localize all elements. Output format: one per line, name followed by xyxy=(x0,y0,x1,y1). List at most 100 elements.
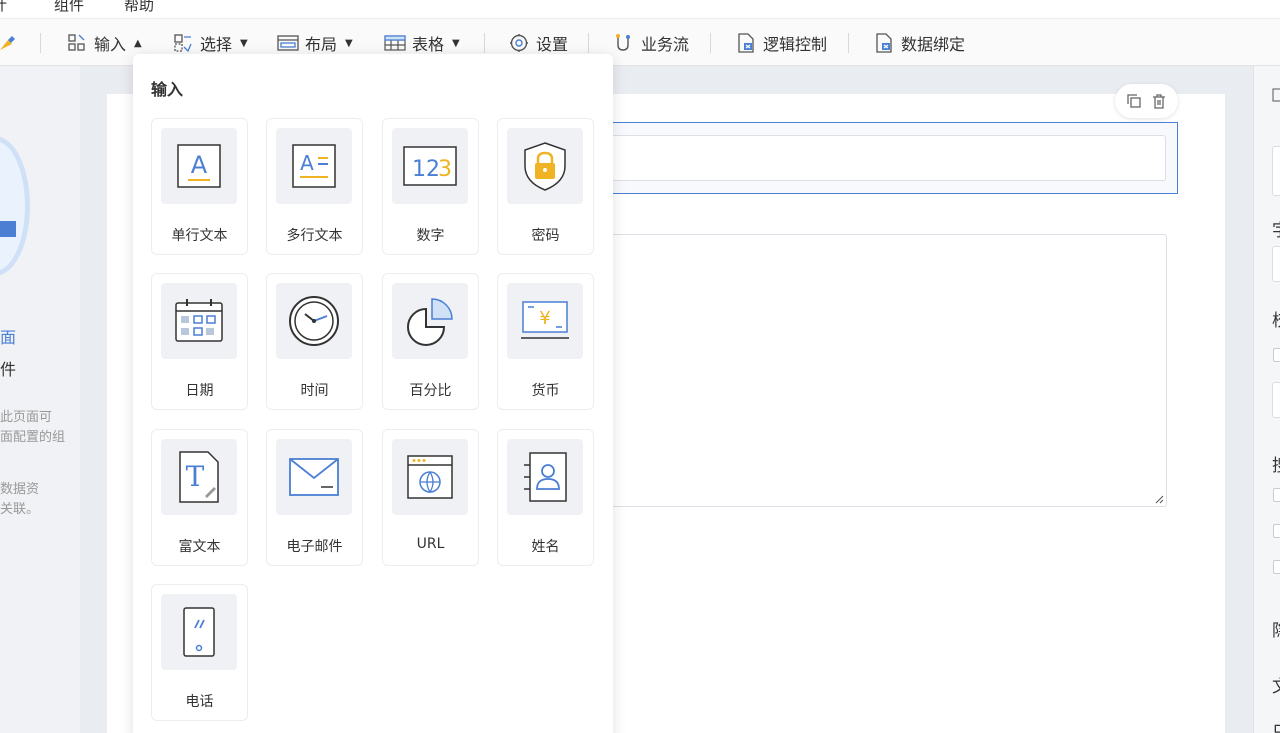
password-icon xyxy=(507,128,583,204)
tile-label: 货币 xyxy=(531,383,560,399)
component-tile-date[interactable]: 日期 xyxy=(151,273,248,410)
currency-icon: ¥ xyxy=(507,283,583,359)
property-checkbox[interactable] xyxy=(1273,524,1280,538)
svg-text:3: 3 xyxy=(438,157,452,182)
illustration xyxy=(0,136,30,276)
tile-label: 姓名 xyxy=(531,539,560,555)
gear-icon xyxy=(508,32,530,54)
toolbar-settings-label: 设置 xyxy=(536,35,569,54)
caret-down-icon: ▼ xyxy=(240,37,248,49)
component-tile-percentage[interactable]: 百分比 xyxy=(382,273,479,410)
copy-icon xyxy=(1127,94,1141,108)
calendar-icon xyxy=(161,283,237,359)
tile-label: 富文本 xyxy=(178,539,221,555)
property-label-6: 只 xyxy=(1272,718,1280,733)
url-icon xyxy=(392,439,468,515)
property-label-1: 字 xyxy=(1272,216,1280,241)
email-icon xyxy=(276,439,352,515)
menu-bar: 计 组件 帮助 xyxy=(0,0,1280,18)
menu-item-components[interactable]: 组件 xyxy=(54,0,84,15)
number-icon: 12 3 xyxy=(392,128,468,204)
component-tile-single-line-text[interactable]: A 单行文本 xyxy=(151,118,248,255)
multi-line-textarea-field[interactable] xyxy=(608,234,1167,507)
table-icon xyxy=(384,32,406,54)
edit-icon[interactable] xyxy=(1272,88,1280,102)
left-nav-component[interactable]: 件 xyxy=(0,356,16,380)
multi-line-text-icon: A xyxy=(276,128,352,204)
left-desc-line2: 面配置的组 xyxy=(0,430,66,445)
menu-item-design[interactable]: 计 xyxy=(0,0,7,15)
property-checkbox[interactable] xyxy=(1273,348,1280,362)
format-painter-button[interactable] xyxy=(0,19,24,67)
toolbar-logic-button[interactable]: 逻辑控制 xyxy=(735,19,827,67)
input-components-popup: 输入 A 单行文本 A 多行文本 12 3 数字 密码 日期 时间 百分比 ¥ … xyxy=(133,54,613,733)
component-tile-name[interactable]: 姓名 xyxy=(497,429,594,566)
left-desc-line4: 关联。 xyxy=(0,502,40,517)
toolbar-workflow-button[interactable]: 业务流 xyxy=(613,19,689,67)
tile-label: URL xyxy=(416,536,445,552)
tile-label: 多行文本 xyxy=(286,228,343,244)
toolbar-input-menu[interactable]: 输入 ▲ xyxy=(66,19,142,67)
component-tile-rich-text[interactable]: T 富文本 xyxy=(151,429,248,566)
toolbar-logic-label: 逻辑控制 xyxy=(763,35,828,54)
svg-text:A: A xyxy=(191,151,208,179)
toolbar-table-label: 表格 xyxy=(412,35,445,54)
toolbar-layout-label: 布局 xyxy=(305,35,338,54)
caret-down-icon: ▼ xyxy=(452,37,460,49)
component-tile-phone[interactable]: 电话 xyxy=(151,584,248,721)
caret-down-icon: ▼ xyxy=(345,37,353,49)
svg-text:A: A xyxy=(300,151,314,175)
component-tile-multi-line-text[interactable]: A 多行文本 xyxy=(266,118,363,255)
brush-icon xyxy=(0,32,18,54)
component-tile-url[interactable]: URL xyxy=(382,429,479,566)
property-input[interactable] xyxy=(1272,246,1280,282)
tile-label: 单行文本 xyxy=(171,228,228,244)
left-desc-line1: 此页面可 xyxy=(0,410,53,425)
property-input[interactable] xyxy=(1272,382,1280,418)
component-tile-time[interactable]: 时间 xyxy=(266,273,363,410)
left-nav-page[interactable]: 面 xyxy=(0,324,16,348)
tile-label: 电子邮件 xyxy=(286,539,343,555)
properties-panel: 字 校 搜 隐 文 只 xyxy=(1253,66,1280,733)
svg-text:T: T xyxy=(186,460,205,493)
data-binding-icon xyxy=(873,32,895,54)
tile-label: 百分比 xyxy=(409,383,452,399)
input-components-icon xyxy=(66,32,88,54)
tile-label: 电话 xyxy=(185,694,214,710)
property-label-2: 校 xyxy=(1272,306,1280,331)
menu-item-help[interactable]: 帮助 xyxy=(124,0,154,15)
popup-title: 输入 xyxy=(151,80,184,99)
component-tile-email[interactable]: 电子邮件 xyxy=(266,429,363,566)
single-line-input-field[interactable] xyxy=(608,135,1166,181)
toolbar-select-label: 选择 xyxy=(200,35,233,54)
property-input[interactable] xyxy=(1272,146,1280,196)
property-label-5: 文 xyxy=(1272,672,1280,697)
copy-button[interactable] xyxy=(1124,91,1144,111)
svg-text:¥: ¥ xyxy=(539,308,550,329)
toolbar-binding-button[interactable]: 数据绑定 xyxy=(873,19,965,67)
svg-text:12: 12 xyxy=(412,157,440,182)
name-card-icon xyxy=(507,439,583,515)
property-label-3: 搜 xyxy=(1272,451,1280,476)
pie-chart-icon xyxy=(392,283,468,359)
trash-icon xyxy=(1153,94,1166,109)
delete-button[interactable] xyxy=(1149,91,1169,111)
component-tile-number[interactable]: 12 3 数字 xyxy=(382,118,479,255)
resize-handle-icon[interactable] xyxy=(1155,495,1164,504)
component-tile-password[interactable]: 密码 xyxy=(497,118,594,255)
tile-label: 时间 xyxy=(300,383,329,399)
select-components-icon xyxy=(172,32,194,54)
property-checkbox[interactable] xyxy=(1273,560,1280,574)
property-checkbox[interactable] xyxy=(1273,488,1280,502)
component-tile-currency[interactable]: ¥ 货币 xyxy=(497,273,594,410)
caret-up-icon: ▲ xyxy=(134,37,142,49)
single-line-text-icon: A xyxy=(161,128,237,204)
layout-icon xyxy=(277,32,299,54)
phone-icon xyxy=(161,594,237,670)
toolbar-workflow-label: 业务流 xyxy=(641,35,690,54)
toolbar-input-label: 输入 xyxy=(94,35,127,54)
tile-label: 日期 xyxy=(185,383,214,399)
left-panel: 面 件 此页面可 面配置的组 数据资 关联。 xyxy=(0,66,80,733)
property-label-4: 隐 xyxy=(1272,616,1280,641)
tile-label: 数字 xyxy=(416,228,445,244)
